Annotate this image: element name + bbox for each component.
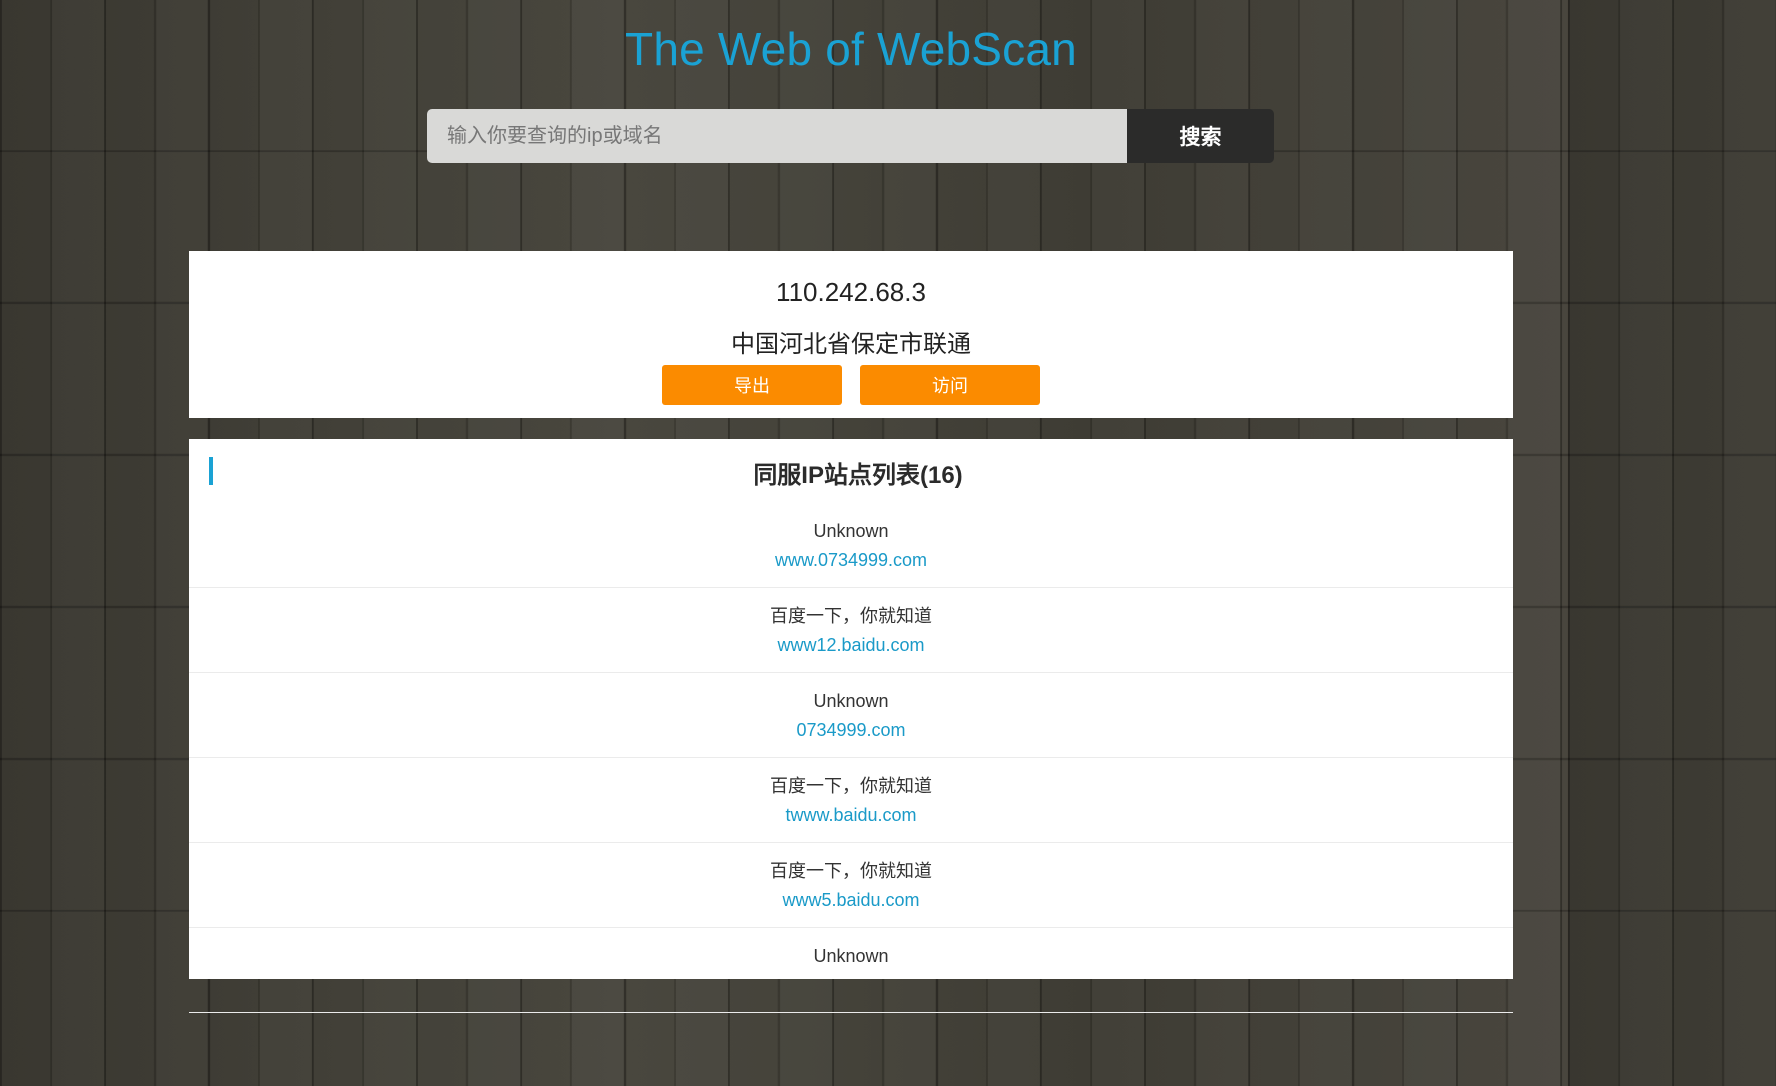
list-item: Unknown www.0734999.com: [189, 503, 1513, 588]
site-domain-link[interactable]: www12.baidu.com: [189, 634, 1513, 656]
site-domain-link[interactable]: 0734999.com: [189, 719, 1513, 741]
export-button[interactable]: 导出: [662, 365, 842, 405]
site-name: Unknown: [813, 521, 889, 541]
list-item: 百度一下，你就知道 www5.baidu.com: [189, 843, 1513, 928]
site-list: Unknown www.0734999.com 百度一下，你就知道 www12.…: [189, 503, 1513, 1013]
same-ip-site-list-panel: 同服IP站点列表(16) Unknown www.0734999.com 百度一…: [189, 439, 1513, 1013]
list-item: Unknown: [189, 928, 1513, 1013]
site-domain-link[interactable]: twww.baidu.com: [189, 804, 1513, 826]
site-name: Unknown: [813, 946, 889, 966]
page-title: The Web of WebScan: [625, 23, 1077, 75]
site-list-title: 同服IP站点列表(16): [753, 462, 963, 489]
site-domain-link[interactable]: www5.baidu.com: [189, 889, 1513, 911]
search-bar: 搜索: [427, 109, 1274, 163]
ip-location: 中国河北省保定市联通: [731, 331, 971, 358]
site-name: 百度一下，你就知道: [770, 606, 932, 626]
visit-button[interactable]: 访问: [860, 365, 1040, 405]
ip-info-panel: 110.242.68.3 中国河北省保定市联通 导出 访问: [189, 251, 1513, 418]
ip-address: 110.242.68.3: [776, 277, 926, 307]
search-input[interactable]: [427, 109, 1127, 163]
site-name: 百度一下，你就知道: [770, 776, 932, 796]
list-item: 百度一下，你就知道 twww.baidu.com: [189, 758, 1513, 843]
list-item: Unknown 0734999.com: [189, 673, 1513, 758]
site-domain-link[interactable]: www.0734999.com: [189, 549, 1513, 571]
search-button[interactable]: 搜索: [1127, 109, 1274, 163]
list-item: 百度一下，你就知道 www12.baidu.com: [189, 588, 1513, 673]
site-name: Unknown: [813, 691, 889, 711]
site-name: 百度一下，你就知道: [770, 861, 932, 881]
